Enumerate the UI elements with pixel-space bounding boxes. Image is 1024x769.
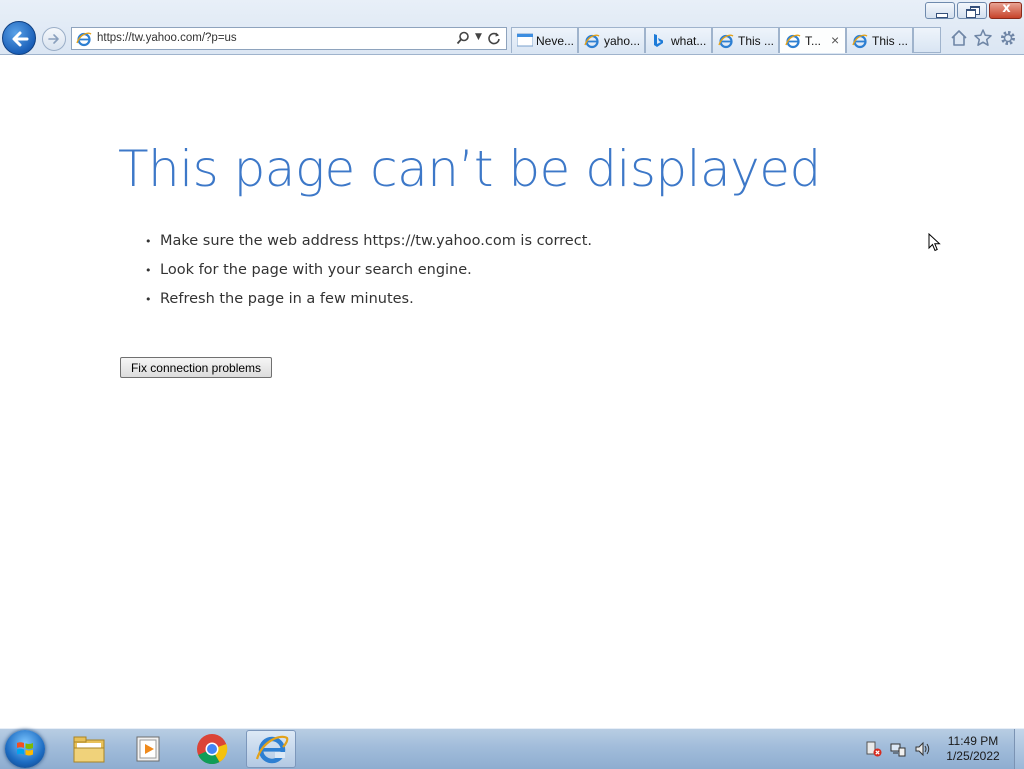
ie-icon xyxy=(584,34,600,49)
windows-logo-icon xyxy=(17,742,33,756)
ie-icon xyxy=(718,34,734,49)
start-button[interactable] xyxy=(5,730,45,768)
tab-4[interactable]: This ... xyxy=(712,27,779,53)
volume-icon[interactable] xyxy=(914,741,932,757)
list-item: • Make sure the web address https://tw.ya… xyxy=(145,233,592,262)
taskbar: 11:49 PM 1/25/2022 xyxy=(0,728,1024,769)
tab-label: This ... xyxy=(738,34,775,48)
suggestion-text: Refresh the page in a few minutes. xyxy=(160,291,414,307)
star-icon[interactable] xyxy=(973,28,993,48)
taskbar-media-player[interactable] xyxy=(125,730,175,768)
restore-button[interactable] xyxy=(957,2,987,19)
tab-label: T... xyxy=(805,34,822,48)
bullet: • xyxy=(145,264,152,277)
mouse-cursor-icon xyxy=(928,233,941,252)
forward-button[interactable] xyxy=(42,27,66,51)
chrome-icon xyxy=(197,734,228,765)
taskbar-explorer[interactable] xyxy=(64,730,114,768)
back-arrow-icon xyxy=(12,31,29,47)
tab-blank-icon xyxy=(517,33,533,47)
minimize-icon xyxy=(936,13,948,18)
page-title: This page can’t be displayed xyxy=(118,140,821,198)
tab-6[interactable]: This ... xyxy=(846,27,913,53)
taskbar-internet-explorer[interactable] xyxy=(246,730,296,768)
ie-icon xyxy=(852,34,868,49)
home-icon[interactable] xyxy=(949,28,969,48)
tab-close-icon[interactable]: × xyxy=(831,32,839,48)
bullet: • xyxy=(145,293,152,306)
tab-3[interactable]: what... xyxy=(645,27,712,53)
address-text: https://tw.yahoo.com/?p=us xyxy=(97,32,237,44)
close-icon: x xyxy=(1002,1,1011,16)
ie-icon xyxy=(76,32,92,47)
gear-icon[interactable] xyxy=(998,28,1018,48)
address-bar[interactable]: https://tw.yahoo.com/?p=us ▼ xyxy=(71,27,507,50)
bullet: • xyxy=(145,235,152,248)
address-dropdown-icon[interactable]: ▼ xyxy=(475,32,482,42)
media-player-icon xyxy=(136,736,160,762)
clock-date: 1/25/2022 xyxy=(946,749,1000,763)
tab-label: yaho... xyxy=(604,34,641,48)
close-window-button[interactable]: x xyxy=(989,1,1022,19)
ie-icon xyxy=(255,735,289,764)
page-content: This page can’t be displayed • Make sure … xyxy=(0,55,1024,727)
fix-connection-button[interactable]: Fix connection problems xyxy=(120,357,272,378)
tab-1[interactable]: Neve... xyxy=(511,27,578,53)
taskbar-chrome[interactable] xyxy=(187,730,237,768)
browser-chrome: x https://tw.yahoo.com/?p=us ▼ Neve... y… xyxy=(0,0,1024,55)
back-button[interactable] xyxy=(2,21,36,55)
network-icon[interactable] xyxy=(890,741,906,757)
list-item: • Look for the page with your search engi… xyxy=(145,262,592,291)
list-item: • Refresh the page in a few minutes. xyxy=(145,291,592,320)
tab-2[interactable]: yaho... xyxy=(578,27,645,53)
refresh-icon[interactable] xyxy=(487,31,501,45)
clock-time: 11:49 PM xyxy=(947,734,999,748)
clock[interactable]: 11:49 PM 1/25/2022 xyxy=(938,734,1008,764)
show-desktop-button[interactable] xyxy=(1014,729,1024,769)
minimize-button[interactable] xyxy=(925,2,955,19)
bing-icon xyxy=(654,34,663,47)
ie-icon xyxy=(785,34,801,49)
network-error-icon[interactable] xyxy=(866,741,882,757)
new-tab-button[interactable] xyxy=(913,27,941,53)
tab-label: Neve... xyxy=(536,34,575,48)
suggestions-list: • Make sure the web address https://tw.ya… xyxy=(145,233,592,320)
restore-icon-back xyxy=(966,9,976,18)
search-icon[interactable] xyxy=(456,31,470,45)
suggestion-text: Make sure the web address https://tw.yah… xyxy=(160,233,592,249)
tab-label: This ... xyxy=(872,34,909,48)
tab-label: what... xyxy=(671,34,707,48)
forward-arrow-icon xyxy=(48,34,59,44)
folder-icon xyxy=(73,736,105,763)
tab-5-active[interactable]: T... × xyxy=(779,27,846,53)
suggestion-text: Look for the page with your search engin… xyxy=(160,262,472,278)
